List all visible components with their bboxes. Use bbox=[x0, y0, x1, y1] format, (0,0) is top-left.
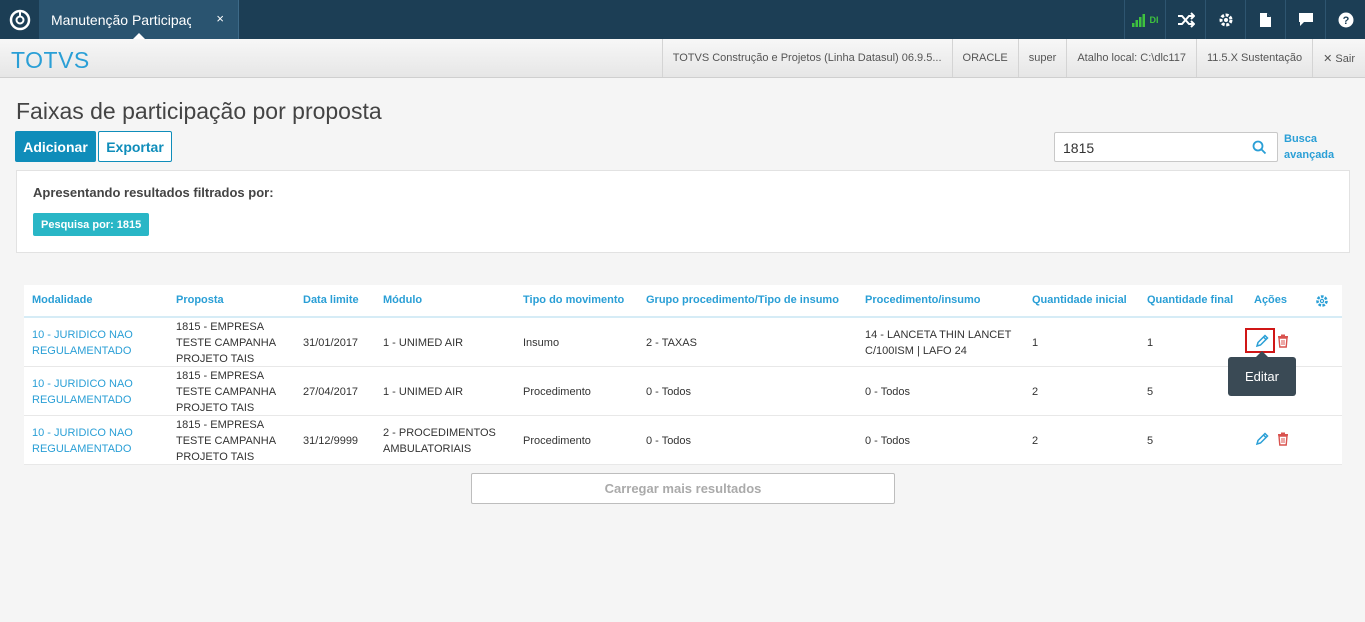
cell-procedimento: 0 - Todos bbox=[865, 434, 911, 447]
tab-label: Manutenção Participação bbox=[51, 11, 191, 28]
cell-modalidade[interactable]: 10 - JURIDICO NAO REGULAMENTADO bbox=[32, 416, 162, 465]
header-modalidade[interactable]: Modalidade bbox=[32, 294, 93, 306]
signal-label: DI bbox=[1149, 14, 1159, 25]
edit-tooltip: Editar bbox=[1228, 357, 1296, 396]
cell-modulo: 2 - PROCEDIMENTOS AMBULATORIAIS bbox=[383, 426, 496, 455]
top-bar: Manutenção Participação × DI ? bbox=[0, 0, 1365, 39]
filter-title: Apresentando resultados filtrados por: bbox=[33, 185, 274, 200]
table-row: 10 - JURIDICO NAO REGULAMENTADO 1815 - E… bbox=[24, 318, 1342, 367]
top-icons: DI ? bbox=[1124, 0, 1365, 39]
header-grupo[interactable]: Grupo procedimento/Tipo de insumo bbox=[646, 294, 839, 306]
search-icon[interactable] bbox=[1252, 140, 1267, 160]
filter-tag[interactable]: Pesquisa por: 1815 bbox=[33, 213, 150, 236]
search-box bbox=[1054, 132, 1278, 162]
user-info[interactable]: super bbox=[1017, 39, 1067, 77]
totvs-logo-icon[interactable] bbox=[0, 0, 39, 39]
session-info: TOTVS Construção e Projetos (Linha Datas… bbox=[661, 39, 1365, 77]
header-qtd-inicial[interactable]: Quantidade inicial bbox=[1032, 294, 1127, 306]
table-row: 10 - JURIDICO NAO REGULAMENTADO 1815 - E… bbox=[24, 416, 1342, 465]
header-proposta[interactable]: Proposta bbox=[176, 294, 224, 306]
add-button[interactable]: Adicionar bbox=[15, 131, 96, 162]
delete-icon[interactable] bbox=[1277, 334, 1289, 353]
cell-modulo: 1 - UNIMED AIR bbox=[383, 385, 464, 398]
cell-qtd-final: 5 bbox=[1147, 385, 1154, 398]
cell-grupo: 2 - TAXAS bbox=[646, 336, 697, 349]
brand-logo: TOTVS bbox=[11, 47, 90, 73]
header-qtd-final[interactable]: Quantidade final bbox=[1147, 294, 1233, 306]
cell-proposta: 1815 - EMPRESA TESTE CAMPANHA PROJETO TA… bbox=[176, 418, 276, 463]
search-input[interactable] bbox=[1063, 138, 1243, 158]
header-procedimento[interactable]: Procedimento/insumo bbox=[865, 294, 981, 306]
cell-data-limite: 27/04/2017 bbox=[303, 385, 359, 398]
cell-procedimento: 0 - Todos bbox=[865, 385, 911, 398]
header-acoes: Ações bbox=[1254, 294, 1288, 306]
version-info: 11.5.X Sustentação bbox=[1195, 39, 1312, 77]
cell-tipo-movimento: Insumo bbox=[523, 336, 560, 349]
column-settings-gear-icon[interactable] bbox=[1315, 294, 1329, 313]
header-data-limite[interactable]: Data limite bbox=[303, 294, 359, 306]
cell-modulo: 1 - UNIMED AIR bbox=[383, 336, 464, 349]
info-bar: TOTVS TOTVS Construção e Projetos (Linha… bbox=[0, 39, 1365, 78]
header-modulo[interactable]: Módulo bbox=[383, 294, 422, 306]
cell-data-limite: 31/12/9999 bbox=[303, 434, 359, 447]
chat-icon[interactable] bbox=[1285, 0, 1325, 39]
svg-text:?: ? bbox=[1342, 15, 1349, 27]
tab-manutencao-participacao[interactable]: Manutenção Participação × bbox=[39, 0, 239, 39]
cell-qtd-inicial: 2 bbox=[1032, 385, 1039, 398]
document-icon[interactable] bbox=[1245, 0, 1285, 39]
edit-icon[interactable] bbox=[1255, 432, 1269, 451]
export-button[interactable]: Exportar bbox=[98, 131, 172, 162]
cell-qtd-final: 1 bbox=[1147, 336, 1154, 349]
shortcut-info: Atalho local: C:\dlc117 bbox=[1066, 39, 1196, 77]
results-table: Modalidade Proposta Data limite Módulo T… bbox=[24, 285, 1342, 465]
cell-modalidade[interactable]: 10 - JURIDICO NAO REGULAMENTADO bbox=[32, 318, 162, 367]
table-row: 10 - JURIDICO NAO REGULAMENTADO 1815 - E… bbox=[24, 367, 1342, 416]
delete-icon[interactable] bbox=[1277, 432, 1289, 451]
cell-procedimento: 14 - LANCETA THIN LANCET C/100ISM | LAFO… bbox=[865, 328, 1012, 357]
gear-icon[interactable] bbox=[1205, 0, 1245, 39]
cell-tipo-movimento: Procedimento bbox=[523, 385, 591, 398]
cell-grupo: 0 - Todos bbox=[646, 434, 692, 447]
cell-qtd-inicial: 1 bbox=[1032, 336, 1039, 349]
edit-highlight-box bbox=[1245, 328, 1275, 353]
cell-proposta: 1815 - EMPRESA TESTE CAMPANHA PROJETO TA… bbox=[176, 369, 276, 414]
cell-grupo: 0 - Todos bbox=[646, 385, 692, 398]
cell-qtd-final: 5 bbox=[1147, 434, 1154, 447]
cell-data-limite: 31/01/2017 bbox=[303, 336, 359, 349]
cell-qtd-inicial: 2 bbox=[1032, 434, 1039, 447]
load-more-button[interactable]: Carregar mais resultados bbox=[471, 473, 895, 504]
shuffle-icon[interactable] bbox=[1165, 0, 1205, 39]
filter-panel: Apresentando resultados filtrados por: P… bbox=[16, 170, 1350, 253]
cell-tipo-movimento: Procedimento bbox=[523, 434, 591, 447]
signal-indicator[interactable]: DI bbox=[1124, 0, 1165, 39]
header-tipo-movimento[interactable]: Tipo do movimento bbox=[523, 294, 624, 306]
logout-button[interactable]: ✕ Sair bbox=[1312, 39, 1365, 77]
close-tab-icon[interactable]: × bbox=[216, 11, 224, 26]
cell-modalidade[interactable]: 10 - JURIDICO NAO REGULAMENTADO bbox=[32, 367, 162, 416]
page-title: Faixas de participação por proposta bbox=[16, 98, 382, 124]
product-info[interactable]: TOTVS Construção e Projetos (Linha Datas… bbox=[661, 39, 952, 77]
database-info: ORACLE bbox=[951, 39, 1018, 77]
cell-proposta: 1815 - EMPRESA TESTE CAMPANHA PROJETO TA… bbox=[176, 320, 276, 365]
advanced-search-link[interactable]: Busca avançada bbox=[1284, 131, 1344, 163]
help-icon[interactable]: ? bbox=[1325, 0, 1365, 39]
